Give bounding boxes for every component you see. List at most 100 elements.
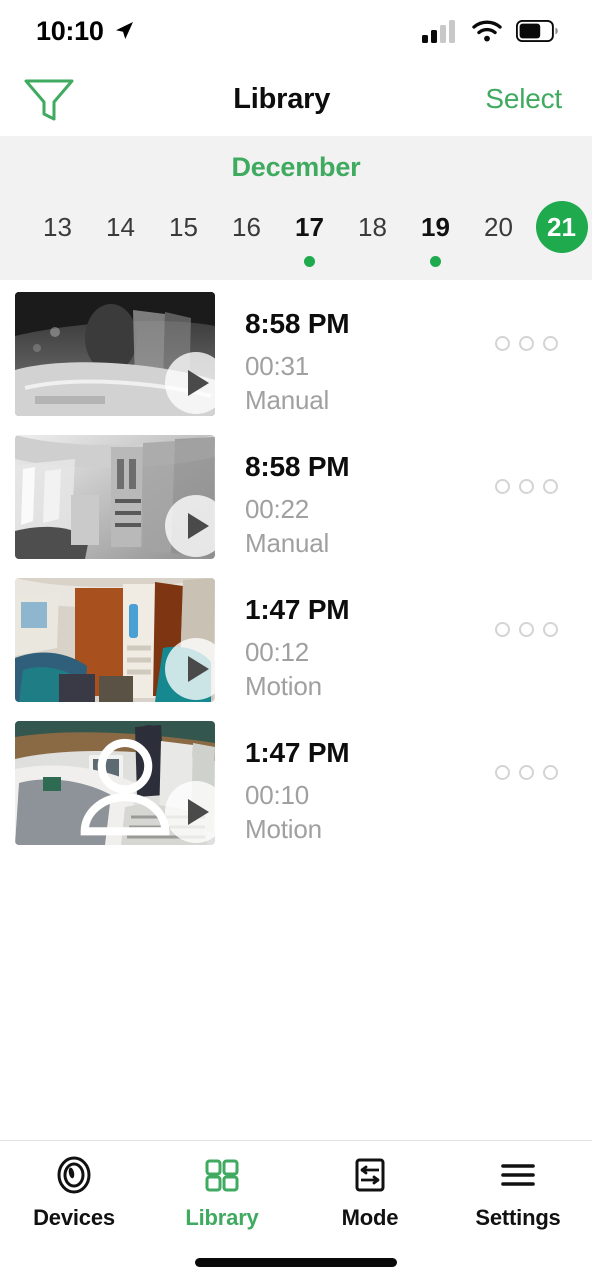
month-label: December xyxy=(231,152,361,182)
tab-label: Settings xyxy=(475,1205,561,1230)
day-number: 14 xyxy=(106,212,135,242)
app-screen: 10:10 Library Select December 13 14 15 1… xyxy=(0,0,592,1280)
clip-list-item[interactable]: 1:47 PM 00:12 Motion xyxy=(0,572,592,715)
clip-meta: 8:58 PM 00:22 Manual xyxy=(245,435,350,559)
more-dot xyxy=(543,765,558,780)
more-options-icon[interactable] xyxy=(495,336,558,351)
tab-mode[interactable]: Mode xyxy=(296,1155,444,1231)
clip-thumbnail-wrap[interactable] xyxy=(15,292,227,416)
tab-settings[interactable]: Settings xyxy=(444,1155,592,1231)
clip-time: 8:58 PM xyxy=(245,451,350,482)
day-item[interactable]: 13 xyxy=(26,201,89,267)
play-button[interactable] xyxy=(165,638,227,700)
play-icon xyxy=(188,656,209,682)
play-icon xyxy=(188,799,209,825)
tab-label: Mode xyxy=(341,1205,399,1230)
day-number: 21 xyxy=(535,201,588,253)
day-item[interactable]: 15 xyxy=(152,201,215,267)
day-number: 20 xyxy=(484,212,513,242)
more-dot xyxy=(495,336,510,351)
battery-icon xyxy=(516,20,558,42)
filter-funnel-icon[interactable] xyxy=(22,75,78,123)
clip-list-item[interactable]: 8:58 PM 00:22 Manual xyxy=(0,429,592,572)
day-item[interactable]: 20 xyxy=(467,201,530,267)
more-dot xyxy=(495,622,510,637)
clip-duration: 00:31 xyxy=(245,351,310,381)
clip-thumbnail-wrap[interactable] xyxy=(15,578,227,702)
navigation-bar: Library Select xyxy=(0,62,592,136)
more-dot xyxy=(543,479,558,494)
day-number: 18 xyxy=(358,212,387,242)
more-dot xyxy=(519,622,534,637)
home-bar xyxy=(195,1257,397,1267)
day-number: 16 xyxy=(232,212,261,242)
date-strip: December 13 14 15 16 17 18 19 20 21 xyxy=(0,136,592,280)
clip-list-item[interactable]: 8:58 PM 00:31 Manual xyxy=(0,286,592,429)
day-item[interactable]: 14 xyxy=(89,201,152,267)
tab-label: Library xyxy=(185,1205,259,1230)
clip-duration: 00:10 xyxy=(245,780,310,810)
more-dot xyxy=(495,765,510,780)
page-title: Library xyxy=(233,82,331,115)
clip-thumbnail-wrap[interactable] xyxy=(15,435,227,559)
clip-time: 8:58 PM xyxy=(245,308,350,339)
grid-icon xyxy=(202,1155,242,1195)
clip-trigger: Motion xyxy=(245,814,322,844)
day-event-dot xyxy=(430,256,441,267)
tab-devices[interactable]: Devices xyxy=(0,1155,148,1231)
tab-bar: Devices Library Mode Settings xyxy=(0,1140,592,1244)
more-options-icon[interactable] xyxy=(495,622,558,637)
clip-trigger: Manual xyxy=(245,385,330,415)
more-dot xyxy=(519,765,534,780)
camera-lens-icon xyxy=(54,1155,94,1195)
clip-duration: 00:22 xyxy=(245,494,310,524)
play-icon xyxy=(188,513,209,539)
clip-trigger: Manual xyxy=(245,528,330,558)
clip-trigger: Motion xyxy=(245,671,322,701)
day-item[interactable]: 17 xyxy=(278,201,341,267)
play-icon xyxy=(188,370,209,396)
tab-label: Devices xyxy=(33,1205,115,1230)
day-selector[interactable]: 13 14 15 16 17 18 19 20 21 xyxy=(0,201,592,267)
play-button[interactable] xyxy=(165,781,227,843)
select-button[interactable]: Select xyxy=(485,83,562,115)
day-item-selected[interactable]: 21 xyxy=(530,201,592,267)
day-item[interactable]: 18 xyxy=(341,201,404,267)
clip-time: 1:47 PM xyxy=(245,737,350,768)
more-dot xyxy=(543,622,558,637)
status-bar: 10:10 xyxy=(0,0,592,62)
clip-meta: 8:58 PM 00:31 Manual xyxy=(245,292,350,416)
cellular-signal-icon xyxy=(422,20,455,43)
status-bar-clock: 10:10 xyxy=(36,15,104,46)
more-dot xyxy=(495,479,510,494)
more-dot xyxy=(519,479,534,494)
clip-list-item[interactable]: 1:47 PM 00:10 Motion xyxy=(0,715,592,858)
day-event-dot xyxy=(304,256,315,267)
clip-meta: 1:47 PM 00:10 Motion xyxy=(245,721,350,845)
sliders-icon xyxy=(350,1155,390,1195)
status-bar-right xyxy=(422,19,558,43)
day-number: 17 xyxy=(295,212,324,242)
more-dot xyxy=(543,336,558,351)
day-number: 19 xyxy=(421,212,450,242)
day-number: 13 xyxy=(43,212,72,242)
status-bar-left: 10:10 xyxy=(36,16,135,47)
clip-duration: 00:12 xyxy=(245,637,310,667)
day-item[interactable]: 19 xyxy=(404,201,467,267)
wifi-icon xyxy=(472,20,502,42)
home-indicator xyxy=(0,1244,592,1280)
play-button[interactable] xyxy=(165,495,227,557)
day-item[interactable]: 16 xyxy=(215,201,278,267)
more-dot xyxy=(519,336,534,351)
clip-thumbnail-wrap[interactable] xyxy=(15,721,227,845)
location-arrow-icon xyxy=(115,22,133,39)
tab-library[interactable]: Library xyxy=(148,1155,296,1231)
clip-list: 8:58 PM 00:31 Manual 8:58 PM 00:22 Manua… xyxy=(0,280,592,1140)
more-options-icon[interactable] xyxy=(495,479,558,494)
hamburger-icon xyxy=(498,1155,538,1195)
day-number: 15 xyxy=(169,212,198,242)
clip-time: 1:47 PM xyxy=(245,594,350,625)
play-button[interactable] xyxy=(165,352,227,414)
more-options-icon[interactable] xyxy=(495,765,558,780)
clip-meta: 1:47 PM 00:12 Motion xyxy=(245,578,350,702)
